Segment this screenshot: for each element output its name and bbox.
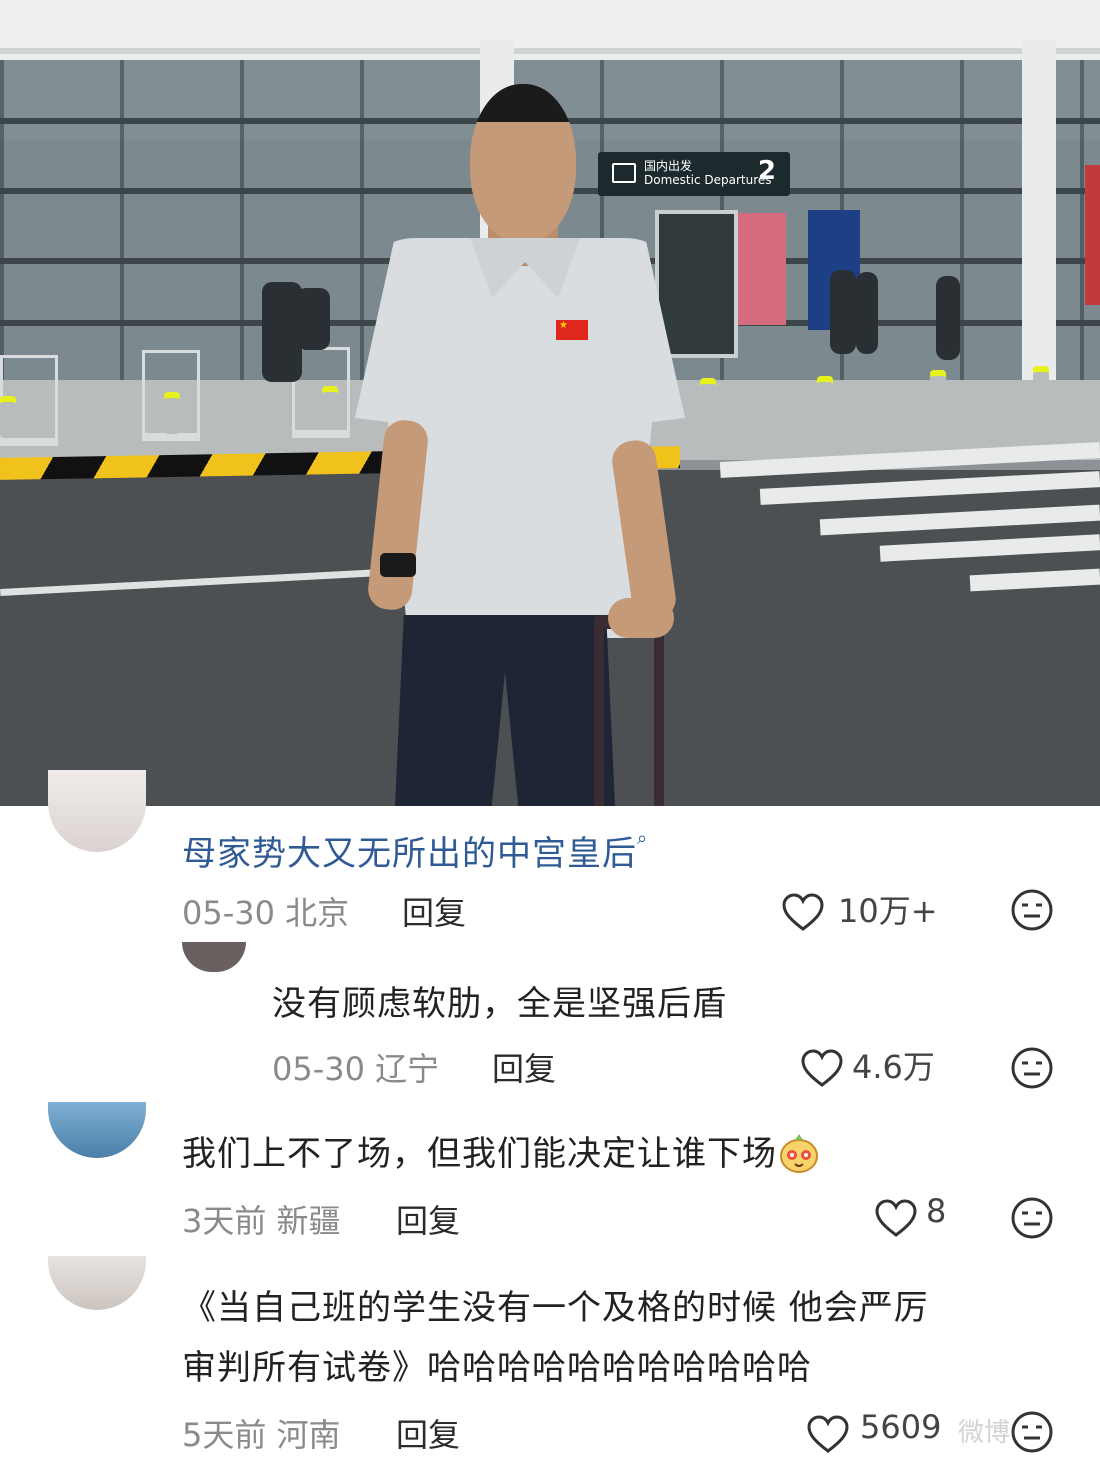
like-count: 4.6万 — [852, 1048, 935, 1086]
bollard — [930, 370, 946, 412]
like-count: 10万+ — [838, 892, 938, 930]
avatar[interactable] — [48, 770, 146, 852]
suitcase-rod — [654, 626, 664, 806]
man-head — [470, 84, 576, 242]
avatar[interactable] — [48, 1256, 146, 1310]
like-heart-icon[interactable] — [874, 1198, 918, 1238]
bollard — [0, 396, 16, 438]
bollard — [1033, 366, 1049, 408]
dislike-face-icon[interactable] — [1010, 1046, 1054, 1090]
watermark: 微博 — [958, 1418, 1011, 1448]
comment-meta: 05-30 辽宁 — [272, 1050, 440, 1088]
pillar — [1022, 40, 1056, 380]
background-person — [856, 272, 878, 354]
hand-on-handle — [608, 598, 674, 638]
background-person — [830, 270, 856, 354]
dislike-face-icon[interactable] — [1010, 1410, 1054, 1454]
bollard — [164, 392, 180, 434]
terminal-canopy — [0, 0, 1100, 54]
comment-meta: 3天前 新疆 — [182, 1202, 341, 1240]
departures-sign: 国内出发 Domestic Departures 2 — [598, 152, 790, 196]
comment-meta: 05-30 北京 — [182, 894, 350, 932]
background-person — [296, 288, 330, 350]
comment-text-line: 审判所有试卷》哈哈哈哈哈哈哈哈哈哈哈 — [182, 1348, 812, 1388]
sticker-emoji-icon — [780, 1133, 818, 1173]
dislike-face-icon[interactable] — [1010, 888, 1054, 932]
reply-button[interactable]: 回复 — [492, 1044, 556, 1090]
background-person — [936, 276, 960, 360]
avatar[interactable] — [48, 1102, 146, 1158]
comment-text-line: 《当自己班的学生没有一个及格的时候 他会严厉 — [182, 1288, 929, 1328]
comment-text: 我们上不了场，但我们能决定让谁下场 — [182, 1126, 821, 1182]
bollard — [700, 378, 716, 420]
comment-meta: 5天前 河南 — [182, 1416, 341, 1454]
reply-button[interactable]: 回复 — [396, 1410, 460, 1456]
advertisement-panel — [1085, 165, 1100, 305]
bollard — [322, 386, 338, 428]
reply-button[interactable]: 回复 — [396, 1196, 460, 1242]
dislike-face-icon[interactable] — [1010, 1196, 1054, 1240]
advertisement-panel — [738, 213, 786, 325]
reply-button[interactable]: 回复 — [402, 888, 466, 934]
entrance-door — [655, 210, 738, 358]
comment-text: 没有顾虑软肋，全是坚强后盾 — [272, 984, 727, 1024]
like-heart-icon[interactable] — [800, 1048, 844, 1088]
like-heart-icon[interactable] — [781, 892, 825, 932]
like-heart-icon[interactable] — [806, 1414, 850, 1454]
search-icon: ⌕ — [637, 828, 649, 849]
bollard — [817, 376, 833, 418]
like-count: 8 — [926, 1192, 947, 1230]
suitcase-rod — [594, 626, 604, 806]
airplane-icon — [612, 163, 636, 183]
wristwatch — [380, 553, 416, 577]
avatar[interactable] — [182, 942, 246, 972]
airport-photo: 国内出发 Domestic Departures 2 — [0, 0, 1100, 806]
like-count: 5609 — [860, 1408, 942, 1446]
flag-icon — [556, 320, 588, 340]
comment-username[interactable]: 母家势大又无所出的中宫皇后⌕ — [182, 826, 648, 875]
